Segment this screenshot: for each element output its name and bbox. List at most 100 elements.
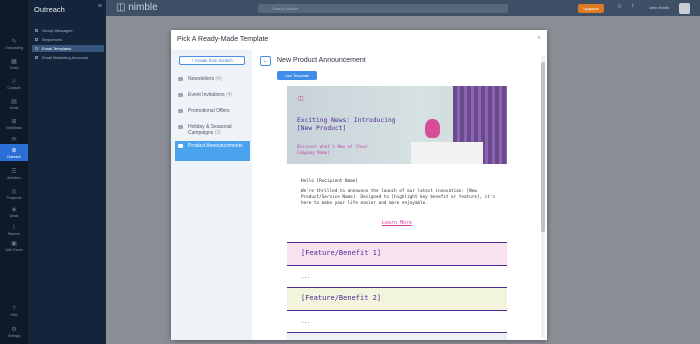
preview-title: New Product Announcement [277,57,366,64]
prospects-icon: ◎ [11,189,17,195]
category-count: (4) [226,92,233,98]
top-bar: ◫ nimble Search Nimble Upgrade ☆ ♪ John … [106,0,700,16]
nav-label: Activities [7,176,21,180]
subnav-item-label: Sequences [42,37,63,42]
nimble-logo[interactable]: ◫ nimble [116,2,158,13]
logo-icon: ◫ [116,2,129,13]
feature-1-ellipsis: ... [301,274,311,280]
close-icon[interactable]: × [537,35,541,42]
feature-2-ellipsis: ... [301,319,311,325]
email-hero: ◫ Exciting News: Introducing [New Produc… [287,86,507,164]
subnav-item-group-messages[interactable]: Group Messages [32,27,104,34]
user-name[interactable]: John Smith [649,5,669,10]
modal-title: Pick A Ready-Made Template [177,36,269,43]
nav-label: Settings [7,334,21,338]
category-label: Product Announcements [188,143,243,149]
deals2-icon: ◈ [11,207,17,213]
folder-icon [178,77,183,81]
learn-more-link[interactable]: Learn More [287,220,507,226]
category-label: Event Invitations [188,92,225,98]
nav-label: Deals [9,214,19,218]
avatar[interactable] [679,3,690,14]
onboarding-icon: ✎ [11,39,17,45]
collapse-icon[interactable]: ≡ [98,3,102,10]
preview-scrollbar[interactable] [541,56,545,338]
template-picker-modal: Pick A Ready-Made Template × + Create fr… [171,30,547,340]
nav-outreach[interactable]: ⊛ Outreach [0,144,28,161]
nav-label: Today [9,66,19,70]
search-placeholder: Search Nimble [272,6,299,11]
outreach-icon: ⊛ [11,148,17,154]
deals-icon: ▤ [11,99,17,105]
nav-deals-2[interactable]: ◈ Deals [0,206,28,218]
nav-help[interactable]: ? Help [0,305,28,317]
nav-contacts[interactable]: ☺ Contacts [0,78,28,90]
activities-icon: ☰ [11,169,17,175]
bell-icon[interactable]: ♪ [631,3,634,9]
nav-onboarding[interactable]: ✎ Onboarding [0,38,28,50]
help-icon: ? [12,306,16,312]
email-templates-icon [35,47,38,50]
nav-prospects[interactable]: ◎ Prospects [0,188,28,200]
star-icon[interactable]: ☆ [617,3,622,10]
brand-icon: ◫ [298,96,304,102]
use-template-button[interactable]: Use Template [277,71,317,80]
email-subheadline: Discover what's New at [Your Company Nam… [297,144,368,155]
workflows-icon: ⊞ [11,119,17,125]
subnav-item-email-marketing-accounts[interactable]: Email Marketing Accounts [32,54,104,61]
email-marketing-icon [35,56,38,59]
category-sidebar: + Create from Scratch Newsletters (4) Ev… [171,50,252,340]
sequences-icon [35,38,38,41]
feature-block-2: [Feature/Benefit 2] [287,287,507,311]
category-label: Holiday & Seasonal Campaigns [188,124,232,136]
nav-reports[interactable]: ⌇ Reports [0,224,28,236]
webforms-icon: ▣ [11,241,17,247]
folder-icon [178,144,183,148]
email-greeting: Hello [Recipient Name] [301,179,358,184]
folder-icon [178,125,183,129]
nav-label: Outreach [7,155,21,159]
category-promotional-offers[interactable]: Promotional Offers [175,106,250,116]
category-count: (3) [214,130,221,136]
search-input[interactable]: Search Nimble [258,4,508,13]
nav-workflows[interactable]: ⊞ Workflows [0,118,28,130]
subnav-title: Outreach [34,5,65,14]
subnav-item-label: Group Messages [42,28,73,33]
scrollbar-thumb[interactable] [541,62,545,232]
category-holiday-seasonal[interactable]: Holiday & Seasonal Campaigns (3) [175,122,250,138]
create-from-scratch-button[interactable]: + Create from Scratch [179,56,245,65]
feature-block-3 [287,332,507,340]
subnav-item-label: Email Templates [42,46,72,51]
category-event-invitations[interactable]: Event Invitations (4) [175,90,250,100]
email-preview: ◫ Exciting News: Introducing [New Produc… [287,86,507,340]
nav-label: Onboarding [5,46,23,50]
nav-settings[interactable]: ⚙ Settings [0,326,28,338]
nav-label: Web Forms [5,248,23,252]
category-product-announcements[interactable]: Product Announcements [175,141,250,161]
category-label: Promotional Offers [188,108,230,114]
hero-image-plinth [411,142,483,164]
nav-webforms[interactable]: ▣ Web Forms [0,240,28,252]
folder-icon [178,109,183,113]
upgrade-button[interactable]: Upgrade [578,4,604,13]
settings-icon: ⚙ [11,327,17,333]
category-label: Newsletters [188,76,215,82]
email-headline: Exciting News: Introducing [New Product] [297,117,396,132]
subnav-item-label: Email Marketing Accounts [42,55,89,60]
nav-activities[interactable]: ☰ Activities [0,168,28,180]
reports-icon: ⌇ [12,225,16,231]
icon-navigation: ✎ Onboarding ▦ Today ☺ Contacts ▤ Deals ⊞ Wor… [0,0,28,344]
nav-label: Contacts [7,86,21,90]
back-button[interactable]: ← [260,56,271,66]
nav-label: Deals [9,106,19,110]
subnav-item-sequences[interactable]: Sequences [32,36,104,43]
nav-label: Prospects [6,196,22,200]
nav-deals[interactable]: ▤ Deals [0,98,28,110]
subnav-item-email-templates[interactable]: Email Templates [32,45,104,52]
hero-image-vase [425,119,440,138]
nav-today[interactable]: ▦ Today [0,58,28,70]
email-body: We're thrilled to announce the launch of… [301,189,496,206]
calendar-icon: ▦ [11,59,17,65]
nav-label: Help [10,313,18,317]
category-newsletters[interactable]: Newsletters (4) [175,74,250,84]
